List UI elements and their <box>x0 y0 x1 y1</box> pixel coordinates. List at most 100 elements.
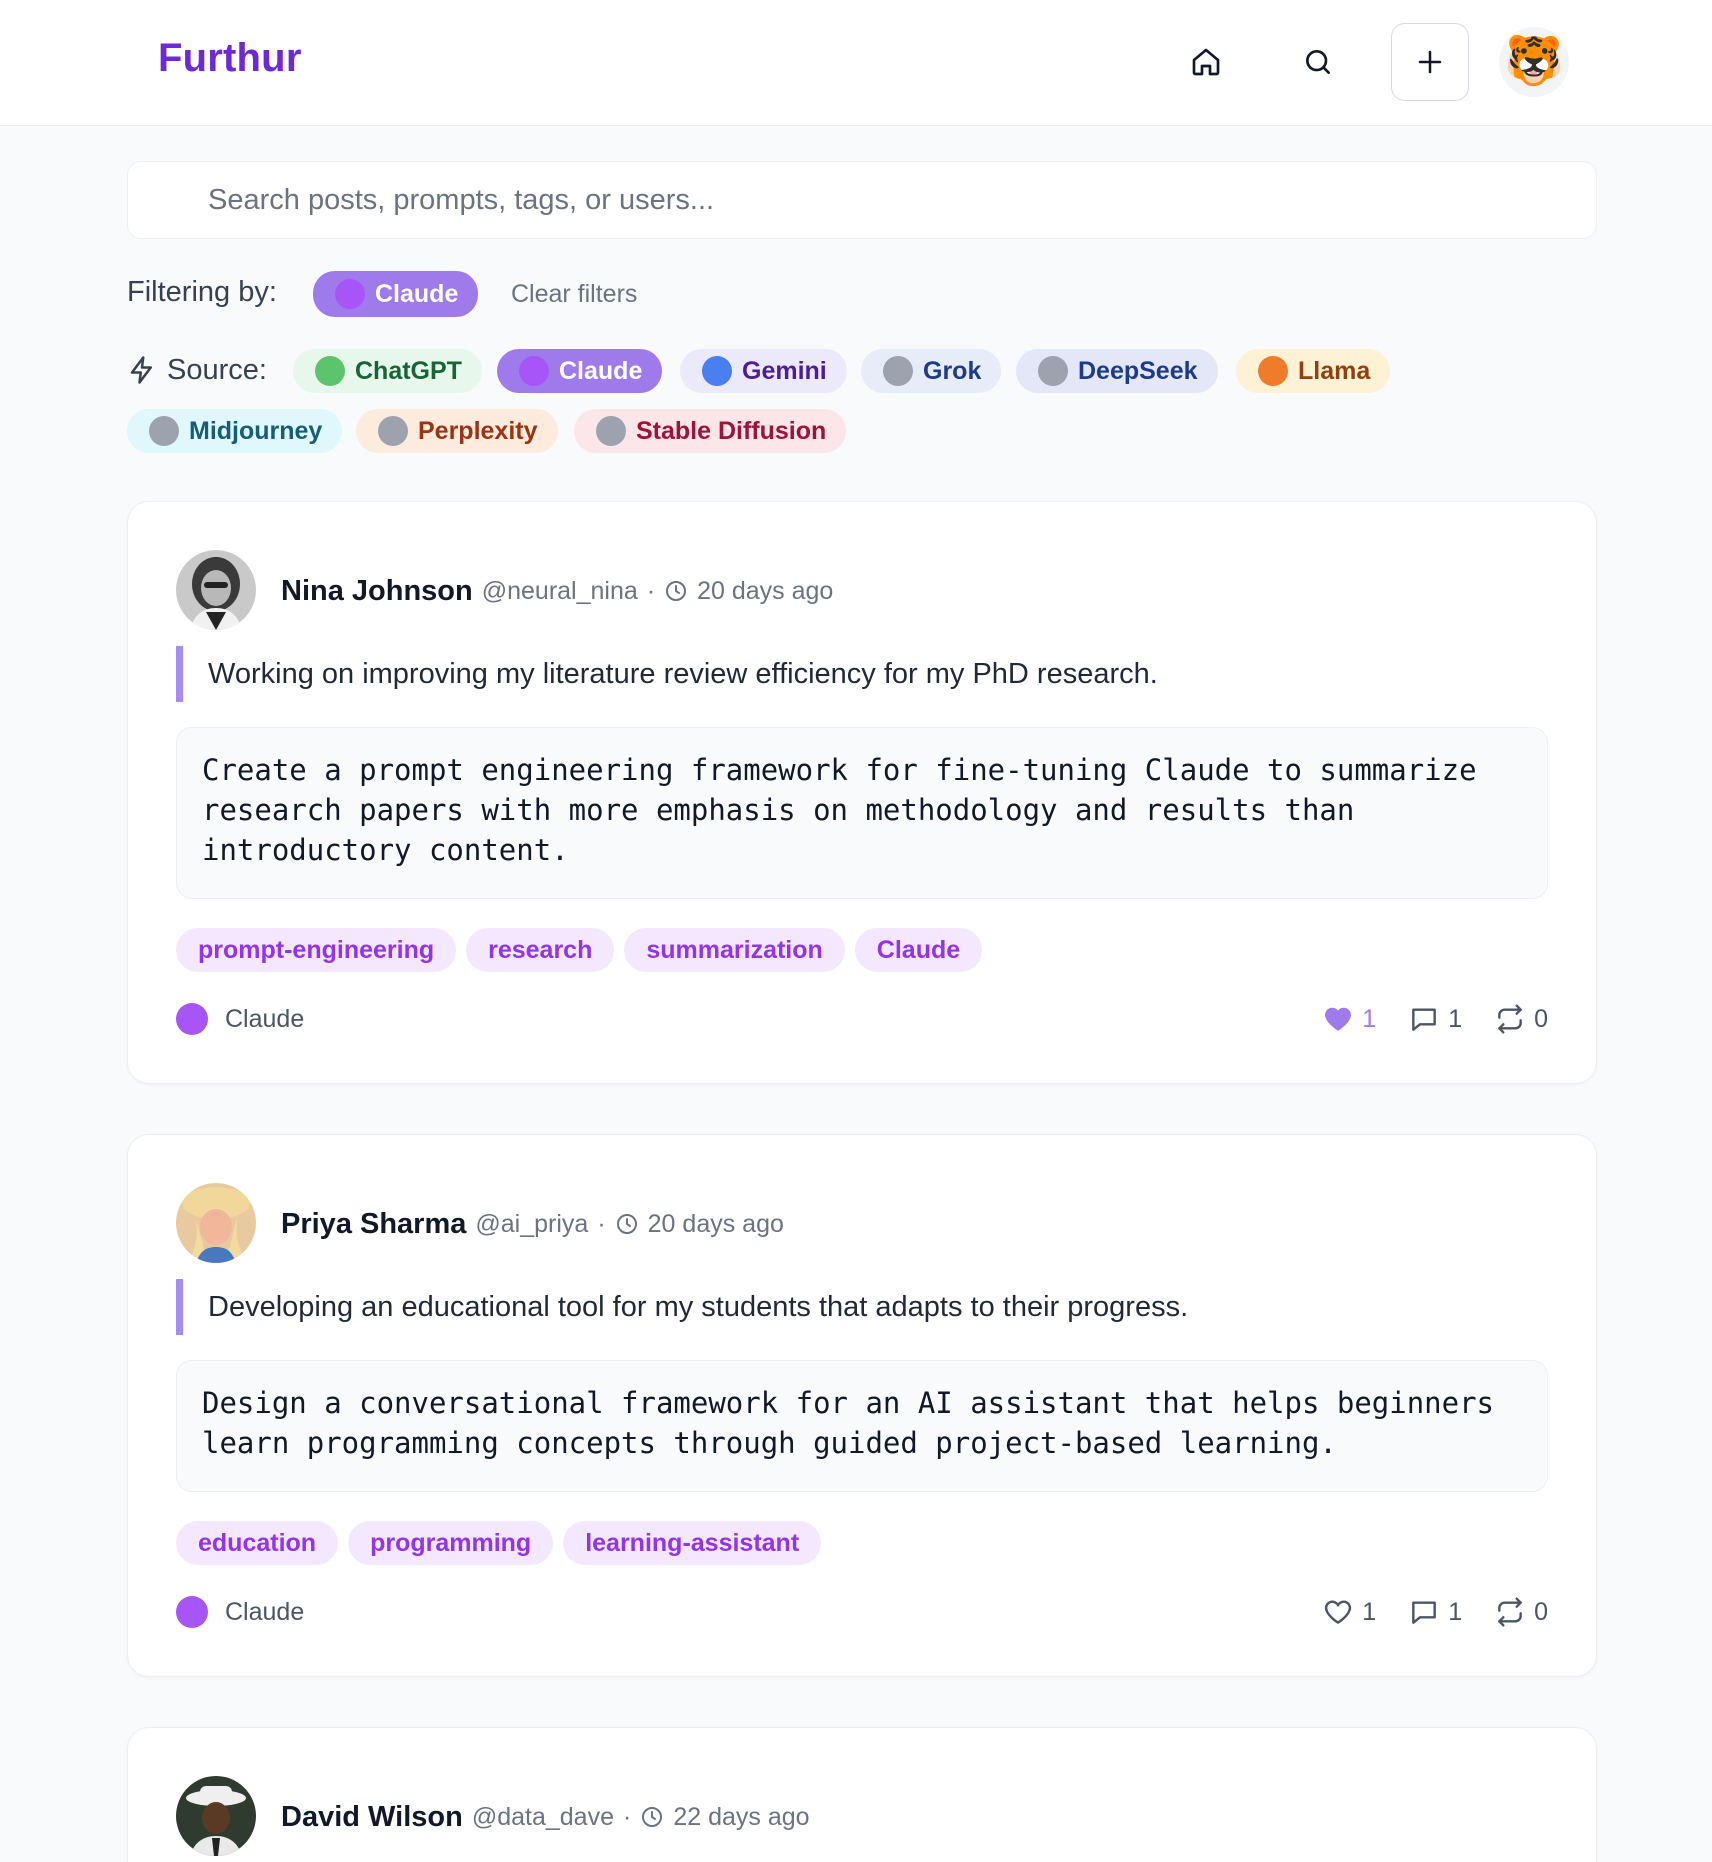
tag-chip[interactable]: summarization <box>624 928 845 972</box>
clear-filters-link[interactable]: Clear filters <box>511 280 637 309</box>
top-nav: Furthur 🐯 <box>0 0 1712 126</box>
source-chip-label: Llama <box>1298 356 1371 385</box>
source-chip-label: ChatGPT <box>355 356 462 385</box>
tag-chip[interactable]: programming <box>348 1521 554 1565</box>
heart-filled-icon <box>1325 1007 1352 1031</box>
source-chip-label: Grok <box>923 356 982 385</box>
post-card[interactable]: Priya Sharma @ai_priya · 20 days ago Dev… <box>127 1134 1597 1677</box>
author-name[interactable]: Priya Sharma <box>281 1208 466 1241</box>
model-name: Claude <box>225 1004 305 1033</box>
author-name[interactable]: Nina Johnson <box>281 575 473 608</box>
source-chip-label: Stable Diffusion <box>636 416 827 445</box>
model-label: Claude <box>176 1001 304 1037</box>
author-handle[interactable]: @neural_nina <box>482 577 638 606</box>
tag-chip[interactable]: education <box>176 1521 339 1565</box>
heart-icon <box>1325 1600 1352 1624</box>
tag-list: prompt-engineering research summarizatio… <box>176 928 983 972</box>
source-chip-grok[interactable]: Grok <box>861 349 1002 393</box>
prompt-block[interactable]: Create a prompt engineering framework fo… <box>176 727 1548 899</box>
lightning-icon <box>130 356 152 384</box>
avatar[interactable] <box>176 1183 256 1263</box>
post-actions: 1 1 0 <box>1290 1001 1548 1037</box>
post-meta: David Wilson @data_dave · 22 days ago <box>281 1796 810 1838</box>
search-button[interactable] <box>1279 23 1357 101</box>
avatar[interactable] <box>176 1776 256 1856</box>
comment-button[interactable]: 1 <box>1408 1596 1462 1628</box>
meta-separator: · <box>646 576 656 605</box>
source-chip-label: Midjourney <box>189 416 323 445</box>
author-handle[interactable]: @data_dave <box>472 1803 614 1832</box>
source-chip-perplexity[interactable]: Perplexity <box>356 409 558 453</box>
source-label: Source: <box>127 350 267 390</box>
meta-separator: · <box>597 1209 606 1238</box>
source-chip-label: DeepSeek <box>1078 356 1198 385</box>
post-time: 20 days ago <box>697 576 834 605</box>
claude-dot-icon <box>519 356 549 386</box>
post-context: Working on improving my literature revie… <box>176 646 1476 702</box>
gemini-dot-icon <box>702 356 732 386</box>
priya-avatar-icon <box>176 1183 256 1263</box>
prompt-block[interactable]: Design a conversational framework for an… <box>176 1360 1548 1492</box>
like-button[interactable]: 1 <box>1322 1596 1376 1628</box>
repost-icon <box>1498 1597 1522 1627</box>
tag-chip[interactable]: learning-assistant <box>563 1521 822 1565</box>
source-chip-midjourney[interactable]: Midjourney <box>127 409 343 453</box>
new-post-button[interactable] <box>1391 23 1469 101</box>
comment-count: 1 <box>1448 1004 1463 1033</box>
repost-icon <box>1498 1004 1522 1034</box>
clock-icon <box>640 1805 664 1829</box>
source-chip-chatgpt[interactable]: ChatGPT <box>293 349 482 393</box>
search-icon <box>1306 50 1330 74</box>
comment-button[interactable]: 1 <box>1408 1003 1462 1035</box>
post-meta: Nina Johnson @neural_nina · 20 days ago <box>281 570 833 612</box>
active-filter-label: Claude <box>375 279 459 308</box>
search-bar <box>127 161 1597 239</box>
repost-button[interactable]: 0 <box>1494 1596 1548 1628</box>
clock-icon <box>615 1212 639 1236</box>
post-meta: Priya Sharma @ai_priya · 20 days ago <box>281 1203 784 1245</box>
model-label: Claude <box>176 1594 304 1630</box>
stable-diffusion-dot-icon <box>596 416 626 446</box>
avatar[interactable] <box>176 550 256 630</box>
source-chip-label: Claude <box>559 356 643 385</box>
llama-dot-icon <box>1258 356 1288 386</box>
claude-dot-icon <box>335 279 365 309</box>
tag-list: education programming learning-assistant <box>176 1521 822 1565</box>
nina-avatar-icon <box>176 550 256 630</box>
home-button[interactable] <box>1167 23 1245 101</box>
tiger-avatar-icon: 🐯 <box>1504 35 1564 88</box>
post-context: Developing an educational tool for my st… <box>176 1279 1476 1335</box>
tag-chip[interactable]: research <box>466 928 615 972</box>
tag-chip[interactable]: prompt-engineering <box>176 928 457 972</box>
source-chip-stable-diffusion[interactable]: Stable Diffusion <box>574 409 847 453</box>
tag-chip[interactable]: Claude <box>854 928 983 972</box>
repost-button[interactable]: 0 <box>1494 1003 1548 1035</box>
source-label-text: Source: <box>167 353 267 386</box>
source-chip-label: Gemini <box>742 356 827 385</box>
repost-count: 0 <box>1534 1004 1548 1033</box>
active-filter-chip[interactable]: Claude <box>313 271 479 317</box>
like-button[interactable]: 1 <box>1322 1003 1376 1035</box>
repost-count: 0 <box>1534 1597 1548 1626</box>
model-name: Claude <box>225 1597 305 1626</box>
app-logo[interactable]: Furthur <box>158 36 302 81</box>
source-chip-gemini[interactable]: Gemini <box>680 349 847 393</box>
source-chip-label: Perplexity <box>418 416 538 445</box>
user-avatar[interactable]: 🐯 <box>1499 27 1569 97</box>
post-card[interactable]: Nina Johnson @neural_nina · 20 days ago … <box>127 501 1597 1084</box>
perplexity-dot-icon <box>378 416 408 446</box>
post-time: 20 days ago <box>647 1209 784 1238</box>
plus-icon <box>1418 50 1442 74</box>
comment-count: 1 <box>1448 1597 1463 1626</box>
david-avatar-icon <box>176 1776 256 1856</box>
author-handle[interactable]: @ai_priya <box>475 1210 588 1239</box>
author-name[interactable]: David Wilson <box>281 1801 463 1834</box>
source-chip-deepseek[interactable]: DeepSeek <box>1016 349 1218 393</box>
post-card[interactable]: David Wilson @data_dave · 22 days ago <box>127 1727 1597 1862</box>
search-input[interactable] <box>208 162 1558 238</box>
comment-icon <box>1412 1601 1437 1624</box>
source-chip-llama[interactable]: Llama <box>1236 349 1391 393</box>
source-chip-claude[interactable]: Claude <box>497 349 663 393</box>
claude-dot-icon <box>176 1596 208 1628</box>
comment-icon <box>1412 1008 1437 1031</box>
